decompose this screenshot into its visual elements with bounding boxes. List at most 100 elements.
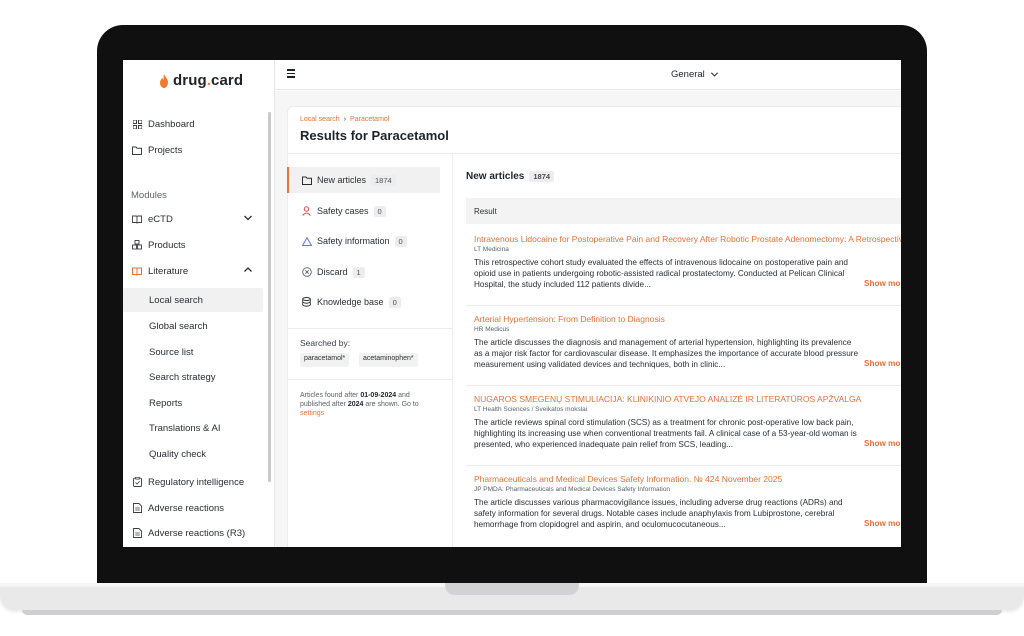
open-book-icon (131, 265, 143, 277)
results-column-header: Result (466, 198, 901, 224)
flame-logo-icon (160, 73, 168, 88)
result-title-link[interactable]: Pharmaceuticals and Medical Devices Safe… (474, 474, 782, 484)
sidebar-subitem-translations-ai[interactable]: Translations & AI (123, 416, 263, 440)
modules-heading: Modules (131, 190, 167, 201)
results-title: New articles 1874 (466, 171, 555, 182)
searched-by-label: Searched by: (300, 338, 351, 348)
chevron-up-icon[interactable] (243, 265, 253, 275)
chevron-down-icon (710, 72, 718, 77)
sidebar-item-regulatory-intelligence[interactable]: Regulatory intelligence (131, 471, 263, 493)
category-safety-information[interactable]: Safety information 0 (287, 228, 440, 254)
sidebar-subitem-source-list[interactable]: Source list (123, 340, 263, 364)
result-summary: This retrospective cohort study evaluate… (474, 258, 848, 289)
folder-icon (301, 176, 312, 185)
category-label: Knowledge base (317, 297, 384, 307)
sidebar-item-label: Literature (148, 265, 189, 277)
count-badge: 0 (388, 296, 401, 308)
document-icon (131, 527, 143, 539)
result-row[interactable]: Pharmaceuticals and Medical Devices Safe… (466, 466, 908, 547)
logo-text: drug.card (173, 72, 244, 89)
book-icon (131, 213, 143, 225)
sidebar-item-products[interactable]: Products (131, 234, 263, 256)
category-label: Safety information (317, 236, 390, 246)
page-margin-right (927, 60, 1024, 583)
sidebar-item-adverse-reactions-r3[interactable]: Adverse reactions (R3) (131, 522, 263, 544)
count-badge: 1874 (529, 171, 555, 182)
sidebar-item-adverse-reactions[interactable]: Adverse reactions (131, 497, 263, 519)
grid-icon (131, 118, 143, 130)
count-badge: 1 (352, 266, 365, 278)
folder-icon (131, 144, 143, 156)
category-discard[interactable]: Discard 1 (287, 259, 440, 285)
sidebar-item-literature[interactable]: Literature (131, 260, 263, 282)
count-badge: 0 (373, 205, 386, 217)
result-title-link[interactable]: Intravenous Lidocaine for Postoperative … (474, 234, 960, 244)
page-title: Results for Paracetamol (300, 128, 449, 143)
sidebar-item-label: Regulatory intelligence (148, 476, 245, 488)
person-icon (301, 206, 312, 216)
sidebar-item-label: Adverse reactions (R3) (148, 527, 246, 539)
search-term-tag: acetaminophen* (359, 353, 418, 367)
result-source: LT Medicina (474, 246, 509, 253)
sidebar: drug.card Dashboard Projects Modules eCT… (123, 60, 275, 547)
breadcrumb-item-current[interactable]: Paracetamol (350, 116, 389, 123)
sidebar-item-label: Dashboard (148, 118, 195, 130)
sidebar-subitem-reports[interactable]: Reports (123, 391, 263, 415)
sidebar-subitem-local-search[interactable]: Local search (123, 288, 263, 312)
category-label: Discard (317, 267, 348, 277)
result-title-link[interactable]: NUGAROS SMEGENŲ STIMULIACIJA: KLINIKINIO… (474, 394, 861, 404)
result-source: LT Health Sciences / Sveikatos mokslai (474, 406, 588, 413)
sidebar-item-dashboard[interactable]: Dashboard (131, 113, 263, 135)
count-badge: 1874 (371, 174, 396, 186)
top-bar: General (275, 60, 901, 90)
count-badge: 0 (394, 235, 407, 247)
result-row[interactable]: Intravenous Lidocaine for Postoperative … (466, 226, 960, 306)
bezel-right (901, 60, 927, 547)
bezel-bottom (97, 547, 927, 583)
filter-note: Articles found after 01-09-2024 and publ… (300, 392, 419, 417)
app-logo[interactable]: drug.card (159, 72, 243, 89)
result-row[interactable]: NUGAROS SMEGENŲ STIMULIACIJA: KLINIKINIO… (466, 386, 908, 466)
settings-link[interactable]: settings (300, 410, 324, 417)
sidebar-item-projects[interactable]: Projects (131, 139, 263, 161)
sidebar-subitem-quality-check[interactable]: Quality check (123, 442, 263, 466)
result-title-link[interactable]: Arterial Hypertension: From Definition t… (474, 314, 665, 324)
box-icon (131, 239, 143, 251)
workspace-label: General (671, 69, 705, 80)
category-new-articles[interactable]: New articles 1874 (287, 167, 440, 193)
category-knowledge-base[interactable]: Knowledge base 0 (287, 289, 440, 315)
sidebar-scrollbar-thumb[interactable] (268, 112, 271, 482)
result-source: JP PMDA: Pharmaceuticals and Medical Dev… (474, 486, 671, 493)
category-label: Safety cases (317, 206, 369, 216)
menu-icon[interactable] (287, 69, 297, 79)
sidebar-item-label: eCTD (148, 213, 173, 225)
clipboard-icon (131, 476, 143, 488)
result-row[interactable]: Arterial Hypertension: From Definition t… (466, 306, 908, 386)
result-summary: The article reviews spinal cord stimulat… (474, 418, 857, 449)
breadcrumb: Local search › Paracetamol (300, 116, 389, 123)
sidebar-item-label: Projects (148, 144, 183, 156)
sidebar-item-label: Products (148, 239, 186, 251)
result-summary: The article discusses the diagnosis and … (474, 338, 859, 369)
result-summary: The article discusses various pharmacovi… (474, 498, 843, 529)
category-safety-cases[interactable]: Safety cases 0 (287, 198, 440, 224)
divider (287, 379, 453, 380)
breadcrumb-item-local-search[interactable]: Local search (300, 116, 340, 123)
chevron-down-icon[interactable] (243, 213, 253, 223)
search-term-tag: paracetamol* (300, 353, 350, 367)
chevron-right-icon: › (343, 116, 347, 123)
result-source: HR Medicus (474, 326, 510, 333)
laptop-shadow (22, 610, 1002, 615)
laptop-notch (445, 583, 579, 595)
category-label: New articles (317, 175, 367, 185)
sidebar-subitem-search-strategy[interactable]: Search strategy (123, 365, 263, 389)
divider (287, 328, 453, 329)
database-icon (301, 297, 312, 307)
document-icon (131, 502, 143, 514)
workspace-selector[interactable]: General (671, 69, 719, 80)
sidebar-item-ectd[interactable]: eCTD (131, 208, 263, 230)
warning-icon (301, 236, 312, 246)
sidebar-subitem-global-search[interactable]: Global search (123, 314, 263, 338)
sidebar-item-label: Adverse reactions (148, 502, 225, 514)
x-circle-icon (301, 267, 312, 277)
